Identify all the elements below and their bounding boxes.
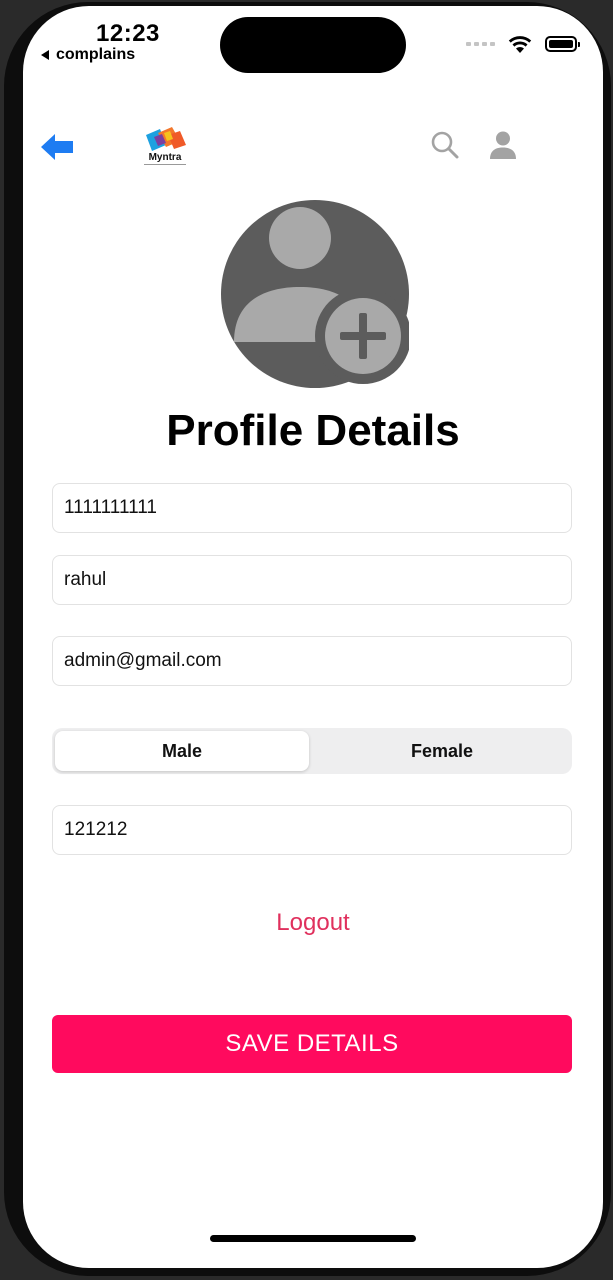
back-arrow-icon[interactable] [39, 132, 75, 162]
profile-avatar-add-button[interactable] [221, 200, 409, 388]
logo-tagline-line [144, 164, 186, 169]
save-details-button[interactable]: SAVE DETAILS [52, 1015, 572, 1073]
user-icon[interactable] [489, 130, 517, 160]
email-field[interactable]: admin@gmail.com [52, 636, 572, 686]
device: 12:23 complains Myntra Profile Details 1… [0, 0, 613, 1280]
back-app-label: complains [56, 46, 136, 63]
status-time: 12:23 [96, 20, 160, 47]
search-icon[interactable] [430, 130, 460, 160]
battery-icon [545, 36, 580, 52]
logo-bags-icon [146, 127, 186, 151]
back-to-app-link[interactable]: complains [41, 46, 135, 64]
brand-logo[interactable]: Myntra [140, 127, 190, 175]
gender-option-female[interactable]: Female [315, 731, 569, 771]
logout-link[interactable]: Logout [23, 909, 603, 937]
home-indicator[interactable] [210, 1235, 416, 1242]
signal-dots-icon [466, 42, 495, 46]
gender-option-male[interactable]: Male [55, 731, 309, 771]
dynamic-island [220, 17, 406, 73]
back-triangle-icon [41, 50, 49, 60]
page-title: Profile Details [166, 406, 460, 455]
pincode-field[interactable]: 121212 [52, 805, 572, 855]
status-icons [466, 34, 580, 54]
screen: 12:23 complains Myntra Profile Details 1… [23, 6, 603, 1268]
name-field[interactable]: rahul [52, 555, 572, 605]
phone-field[interactable]: 1111111111 [52, 483, 572, 533]
wifi-icon [508, 36, 532, 53]
logo-text: Myntra [148, 152, 182, 163]
gender-segmented-control: Male Female [52, 728, 572, 774]
device-frame: 12:23 complains Myntra Profile Details 1… [4, 2, 611, 1276]
